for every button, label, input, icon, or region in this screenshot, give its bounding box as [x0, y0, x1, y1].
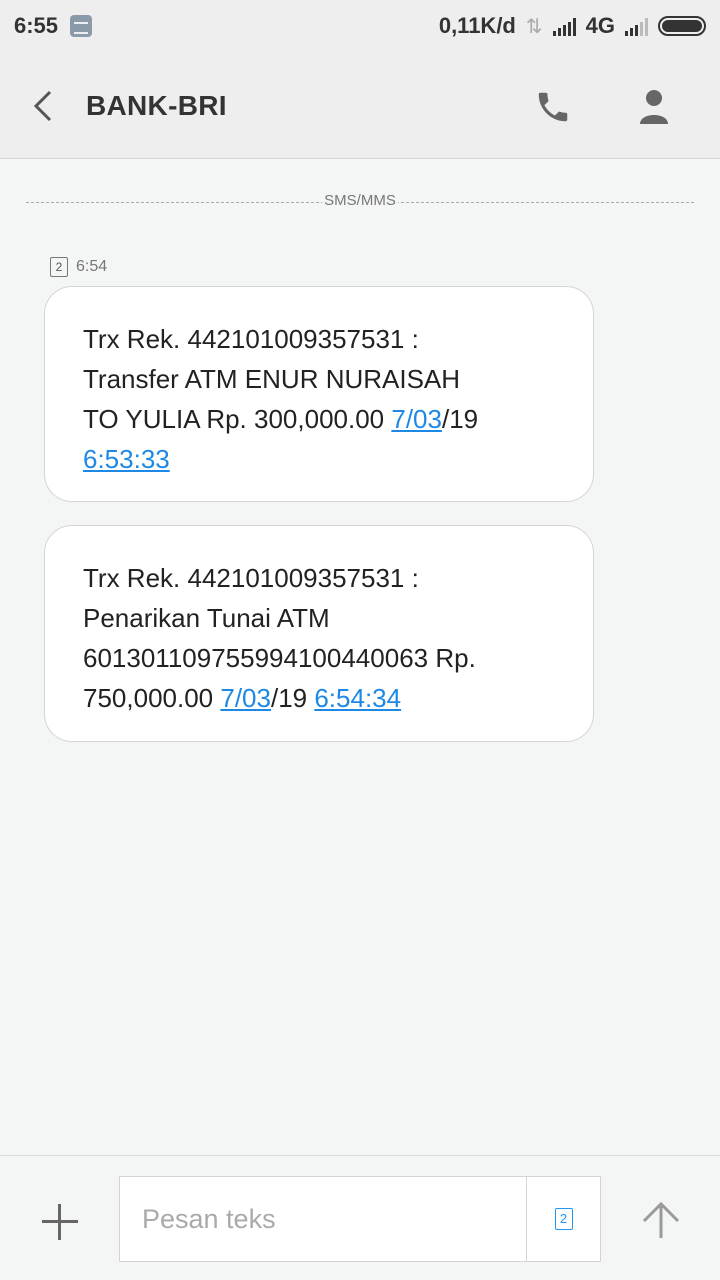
message-time: 6:54	[76, 258, 108, 275]
contact-name: BANK-BRI	[86, 90, 227, 121]
send-button[interactable]	[640, 1200, 682, 1240]
sim-icon: 2	[554, 1208, 573, 1230]
message-bubble[interactable]: Trx Rek. 442101009357531 : Transfer ATM …	[44, 286, 594, 502]
message-line: Transfer ATM ENUR NURAISAH	[83, 364, 461, 394]
message-field: 2	[119, 1176, 601, 1262]
message-line: 6:53:33	[83, 439, 555, 479]
status-indicators: 0,11K/d ⇅ 4G	[439, 13, 706, 39]
person-icon	[640, 90, 668, 124]
message-line: Trx Rek. 442101009357531 :	[83, 563, 419, 593]
thread-divider: SMS/MMS	[26, 192, 694, 212]
message-line: Trx Rek. 442101009357531 :	[83, 324, 419, 354]
message-line: TO YULIA Rp. 300,000.00 7/03/19	[83, 399, 555, 439]
sim-select-button[interactable]: 2	[526, 1177, 600, 1261]
message-input[interactable]	[120, 1177, 526, 1261]
signal-icon-sim2	[625, 16, 648, 36]
time-link[interactable]: 6:53:33	[83, 444, 170, 474]
date-link[interactable]: 7/03	[220, 683, 271, 713]
data-activity-icon: ⇅	[525, 15, 543, 38]
message-text: /19	[270, 683, 315, 713]
message-line: 6013011097559941004400​63 Rp.	[83, 643, 476, 673]
signal-icon	[552, 16, 576, 36]
message-line: 750,000.00 7/03/19 6:54:34	[83, 678, 555, 718]
battery-icon	[658, 16, 706, 36]
message-text: TO YULIA Rp. 300,000.00	[83, 404, 392, 434]
net-speed: 0,11K/d	[438, 13, 516, 38]
time-link[interactable]: 6:54:34	[314, 683, 401, 713]
chevron-left-icon	[33, 90, 52, 122]
message-meta: 2 6:54	[50, 257, 107, 277]
phone-icon	[538, 92, 568, 122]
notification-icon	[70, 15, 93, 37]
contact-info-button[interactable]	[636, 88, 672, 126]
composer-bar: 2	[0, 1155, 720, 1280]
date-link[interactable]: 7/03	[391, 404, 442, 434]
arrow-up-icon	[642, 1201, 680, 1238]
sim-icon: 2	[50, 257, 68, 277]
call-button[interactable]	[534, 88, 572, 126]
status-time: 6:55	[14, 13, 59, 38]
message-text: /19	[441, 404, 479, 434]
conversation-header: BANK-BRI	[0, 52, 720, 159]
attach-button[interactable]	[42, 1204, 78, 1240]
status-bar: 6:55 0,11K/d ⇅ 4G	[0, 0, 720, 52]
divider-label: SMS/MMS	[322, 192, 398, 209]
network-type: 4G	[585, 13, 615, 38]
message-text: 750,000.00	[83, 683, 221, 713]
message-line: Penarikan Tunai ATM	[83, 603, 330, 633]
back-button[interactable]	[30, 88, 60, 124]
message-bubble[interactable]: Trx Rek. 442101009357531 : Penarikan Tun…	[44, 525, 594, 742]
